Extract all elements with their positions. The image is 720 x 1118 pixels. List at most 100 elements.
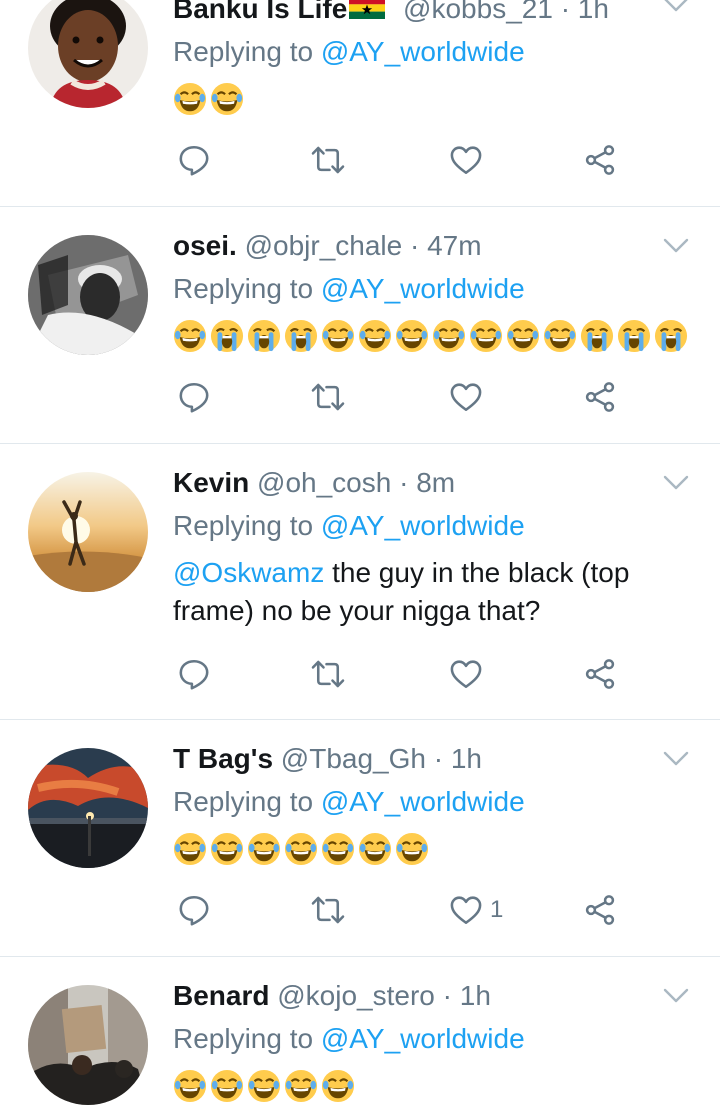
- chevron-down-icon[interactable]: [662, 987, 690, 1005]
- sob-emoji: [247, 319, 281, 353]
- reply-icon: [176, 142, 212, 178]
- chevron-down-icon[interactable]: [662, 750, 690, 768]
- tweet-text: @Oskwamz the guy in the black (top frame…: [173, 554, 693, 630]
- reply-icon: [176, 892, 212, 928]
- handle[interactable]: @oh_cosh: [257, 467, 391, 498]
- tweet-item[interactable]: Benard @kojo_stero · 1h Replying to @AY_…: [0, 957, 720, 1118]
- display-name[interactable]: Kevin: [173, 467, 249, 498]
- avatar[interactable]: [28, 472, 148, 592]
- joy-emoji: [284, 832, 318, 866]
- replying-to: Replying to @AY_worldwide: [173, 1022, 525, 1056]
- tweet-actions: [176, 379, 636, 419]
- mention-link[interactable]: @AY_worldwide: [321, 36, 525, 67]
- reply-button[interactable]: [176, 656, 212, 692]
- joy-emoji: [469, 319, 503, 353]
- share-button[interactable]: [582, 142, 618, 178]
- like-button[interactable]: 1: [448, 892, 503, 928]
- tweet-item[interactable]: T Bag's @Tbag_Gh · 1h Replying to @AY_wo…: [0, 720, 720, 956]
- timestamp[interactable]: 1h: [578, 0, 609, 24]
- tweet-header: T Bag's @Tbag_Gh · 1h: [173, 742, 482, 776]
- reply-button[interactable]: [176, 142, 212, 178]
- display-name[interactable]: Banku Is Life: [173, 0, 347, 24]
- avatar[interactable]: [28, 235, 148, 355]
- tweet-header: Benard @kojo_stero · 1h: [173, 979, 491, 1013]
- share-icon: [582, 892, 618, 928]
- handle[interactable]: @kojo_stero: [277, 980, 435, 1011]
- tweet-header: osei. @objr_chale · 47m: [173, 229, 482, 263]
- tweet-text-line: frame) no be your nigga that?: [173, 595, 541, 626]
- sob-emoji: [654, 319, 688, 353]
- replying-to: Replying to @AY_worldwide: [173, 785, 525, 819]
- joy-emoji: [395, 832, 429, 866]
- timestamp[interactable]: 8m: [416, 467, 455, 498]
- joy-emoji: [395, 319, 429, 353]
- tweet-header: Banku Is Life @kobbs_21 · 1h: [173, 0, 609, 26]
- like-button[interactable]: [448, 142, 484, 178]
- tweet-item[interactable]: osei. @objr_chale · 47m Replying to @AY_…: [0, 207, 720, 443]
- sob-emoji: [580, 319, 614, 353]
- retweet-button[interactable]: [310, 379, 346, 415]
- replying-to-label: Replying to: [173, 510, 314, 541]
- display-name[interactable]: T Bag's: [173, 743, 273, 774]
- tweet-item[interactable]: Banku Is Life @kobbs_21 · 1h Replying to…: [0, 0, 720, 206]
- mention-link[interactable]: @AY_worldwide: [321, 1023, 525, 1054]
- reply-button[interactable]: [176, 379, 212, 415]
- share-icon: [582, 379, 618, 415]
- like-button[interactable]: [448, 656, 484, 692]
- retweet-button[interactable]: [310, 142, 346, 178]
- retweet-button[interactable]: [310, 892, 346, 928]
- timestamp[interactable]: 1h: [451, 743, 482, 774]
- like-count: 1: [490, 896, 504, 923]
- avatar[interactable]: [28, 748, 148, 868]
- retweet-icon: [310, 892, 346, 928]
- heart-icon: [448, 892, 484, 928]
- separator-dot: ·: [433, 743, 444, 774]
- sob-emoji: [284, 319, 318, 353]
- replying-to-label: Replying to: [173, 273, 314, 304]
- joy-emoji: [543, 319, 577, 353]
- share-icon: [582, 142, 618, 178]
- joy-emoji: [284, 1069, 318, 1103]
- heart-icon: [448, 142, 484, 178]
- display-name[interactable]: osei.: [173, 230, 237, 261]
- timestamp[interactable]: 47m: [427, 230, 481, 261]
- share-button[interactable]: [582, 892, 618, 928]
- replying-to: Replying to @AY_worldwide: [173, 272, 525, 306]
- mention-link[interactable]: @AY_worldwide: [321, 786, 525, 817]
- tweet-actions: [176, 656, 636, 696]
- joy-emoji: [247, 1069, 281, 1103]
- display-name[interactable]: Benard: [173, 980, 269, 1011]
- joy-emoji: [210, 832, 244, 866]
- reply-icon: [176, 656, 212, 692]
- share-button[interactable]: [582, 379, 618, 415]
- mention-link[interactable]: @Oskwamz: [173, 557, 324, 588]
- retweet-button[interactable]: [310, 656, 346, 692]
- replying-to-label: Replying to: [173, 36, 314, 67]
- ghana-flag-icon: [349, 0, 386, 19]
- share-icon: [582, 656, 618, 692]
- avatar[interactable]: [28, 0, 148, 108]
- joy-emoji: [321, 832, 355, 866]
- chevron-down-icon[interactable]: [662, 474, 690, 492]
- like-button[interactable]: [448, 379, 484, 415]
- tweet-actions: [176, 142, 636, 182]
- tweet-item[interactable]: Kevin @oh_cosh · 8m Replying to @AY_worl…: [0, 444, 720, 719]
- chevron-down-icon[interactable]: [662, 237, 690, 255]
- handle[interactable]: @kobbs_21: [403, 0, 553, 24]
- emoji-row: [173, 832, 429, 866]
- timestamp[interactable]: 1h: [460, 980, 491, 1011]
- mention-link[interactable]: @AY_worldwide: [321, 273, 525, 304]
- handle[interactable]: @objr_chale: [245, 230, 403, 261]
- sob-emoji: [617, 319, 651, 353]
- mention-link[interactable]: @AY_worldwide: [321, 510, 525, 541]
- joy-emoji: [173, 82, 207, 116]
- reply-button[interactable]: [176, 892, 212, 928]
- chevron-down-icon[interactable]: [662, 0, 690, 14]
- joy-emoji: [210, 1069, 244, 1103]
- share-button[interactable]: [582, 656, 618, 692]
- handle[interactable]: @Tbag_Gh: [281, 743, 426, 774]
- emoji-row: [173, 319, 688, 353]
- joy-emoji: [247, 832, 281, 866]
- avatar[interactable]: [28, 985, 148, 1105]
- joy-emoji: [321, 1069, 355, 1103]
